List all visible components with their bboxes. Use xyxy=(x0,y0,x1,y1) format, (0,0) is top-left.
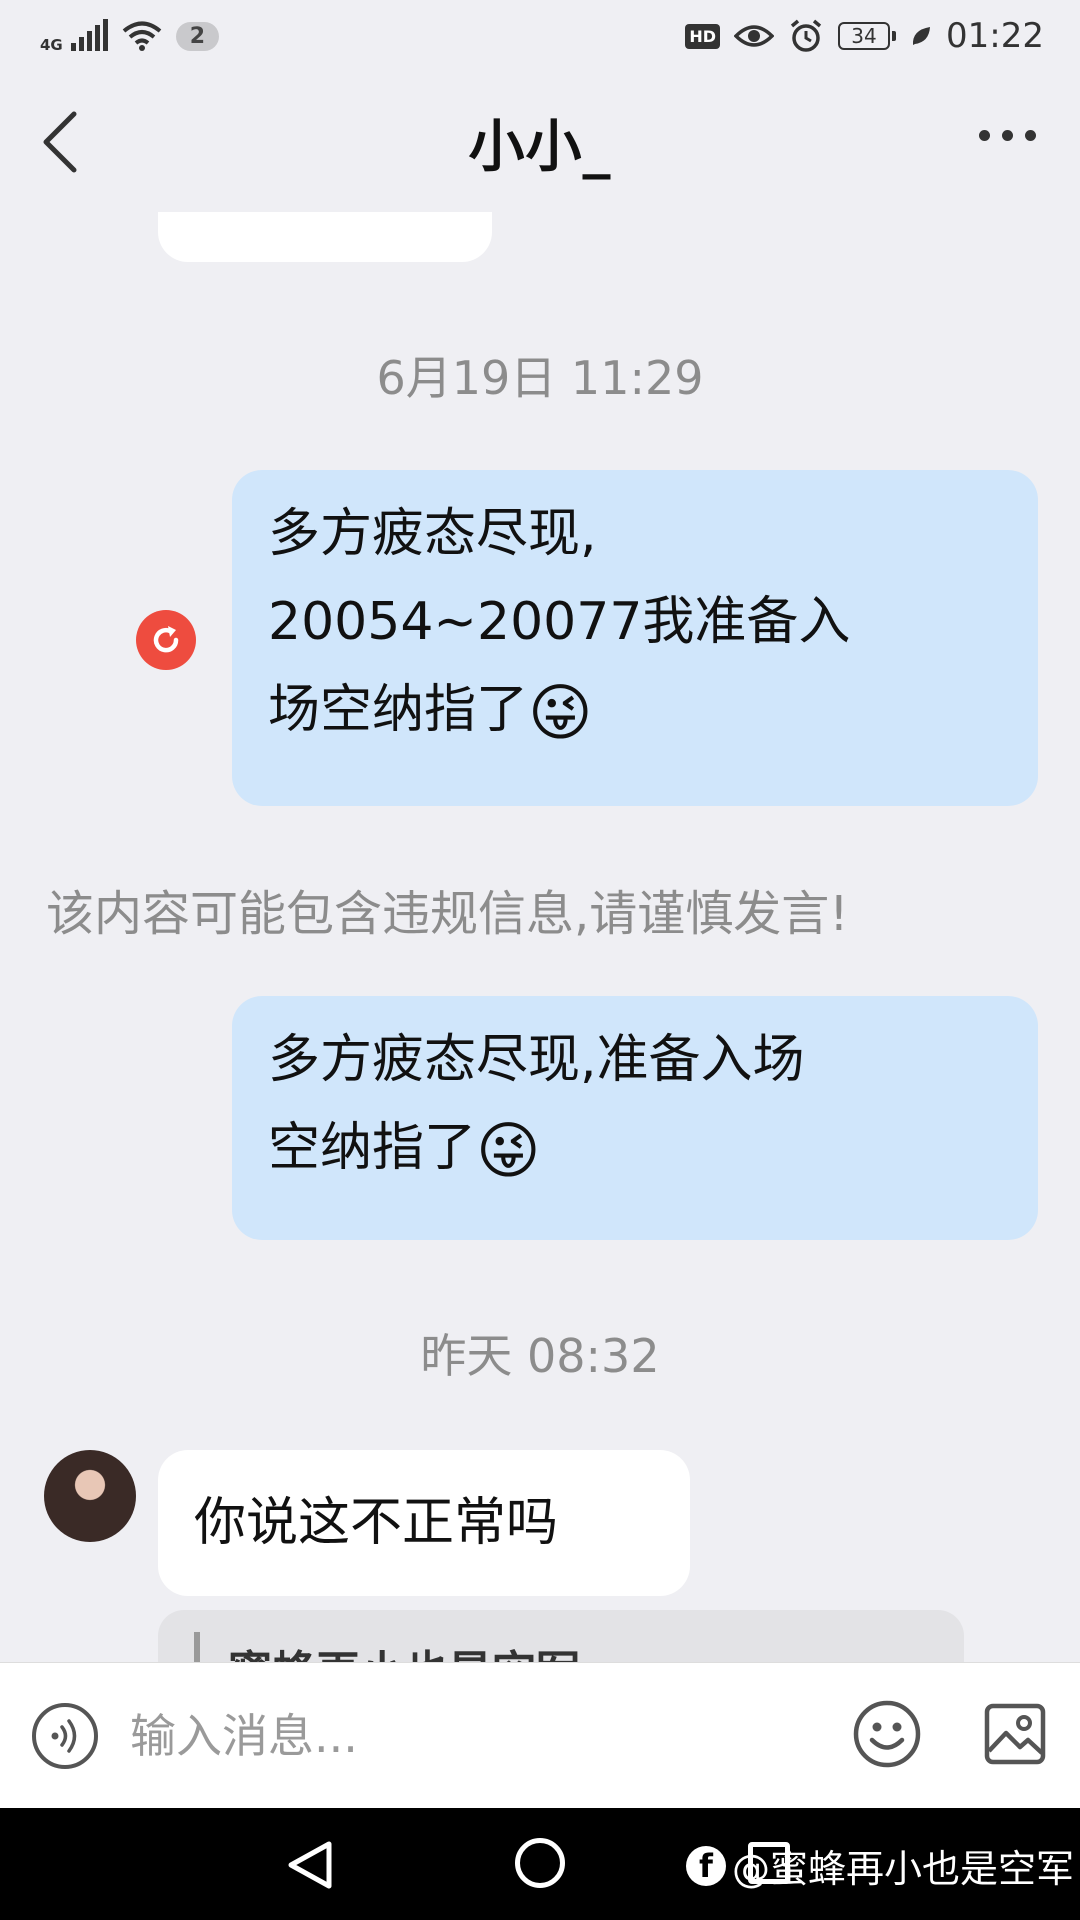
contact-avatar[interactable] xyxy=(44,1450,136,1542)
back-arrow-icon[interactable] xyxy=(40,110,80,174)
chat-header: 小小_ xyxy=(0,72,1080,212)
message-timestamp: 昨天 08:32 xyxy=(420,1329,660,1383)
watermark-text: @蜜蜂再小也是空军 xyxy=(732,1847,1075,1891)
quote-bar xyxy=(194,1632,200,1662)
nav-home-icon[interactable] xyxy=(515,1838,565,1888)
message-text-line: 多方疲态尽现, xyxy=(268,504,597,564)
incoming-message-bubble[interactable]: 你说这不正常吗 xyxy=(158,1450,690,1596)
status-time: 01:22 xyxy=(946,16,1044,56)
alarm-icon xyxy=(790,19,822,52)
system-nav-bar: f @蜜蜂再小也是空军 xyxy=(0,1808,1080,1920)
incoming-message-bubble-partial[interactable] xyxy=(158,212,492,262)
message-list[interactable]: 6月19日 11:29 多方疲态尽现, 20054~20077我准备入 场空纳指… xyxy=(0,212,1080,1662)
battery-icon: 34 xyxy=(838,22,897,50)
resend-icon[interactable] xyxy=(136,610,196,670)
content-warning-notice: 该内容可能包含违规信息,请谨慎发言! xyxy=(46,886,849,942)
message-input-bar xyxy=(0,1662,1080,1808)
outgoing-message-bubble[interactable]: 多方疲态尽现,准备入场 空纳指了😜 xyxy=(232,996,1038,1240)
status-bar: 4G 2 HD 34 01:22 xyxy=(0,0,1080,72)
message-text-line: 多方疲态尽现,准备入场 xyxy=(268,1030,805,1090)
quoted-author: 蜜蜂再小也是空军: xyxy=(228,1636,598,1662)
message-text: 你说这不正常吗 xyxy=(194,1493,559,1553)
wifi-icon xyxy=(122,21,162,51)
message-timestamp: 6月19日 11:29 xyxy=(376,351,704,405)
outgoing-message-bubble[interactable]: 多方疲态尽现, 20054~20077我准备入 场空纳指了😜 xyxy=(232,470,1038,806)
eye-icon xyxy=(734,25,775,47)
hd-icon: HD xyxy=(685,23,721,49)
facebook-icon: f xyxy=(686,1845,726,1886)
message-text-line: 空纳指了 xyxy=(268,1118,477,1178)
leaf-icon xyxy=(912,27,931,45)
network-type: 4G xyxy=(40,35,63,54)
image-icon[interactable] xyxy=(984,1703,1046,1765)
signal-icon xyxy=(70,19,108,51)
more-icon[interactable] xyxy=(979,130,1036,141)
winking-tongue-emoji: 😜 xyxy=(476,1114,541,1187)
message-text-line: 场空纳指了 xyxy=(268,680,529,740)
emoji-icon[interactable] xyxy=(852,1699,922,1769)
message-input[interactable] xyxy=(130,1693,810,1779)
voice-icon[interactable] xyxy=(32,1703,98,1769)
winking-tongue-emoji: 😜 xyxy=(528,676,593,749)
nav-back-icon[interactable] xyxy=(285,1840,335,1890)
chat-title: 小小_ xyxy=(468,114,612,180)
message-text-line: 20054~20077我准备入 xyxy=(268,592,851,652)
notification-count-badge: 2 xyxy=(175,21,220,51)
watermark: f @蜜蜂再小也是空军 xyxy=(686,1838,1074,1893)
quoted-message-partial[interactable]: 蜜蜂再小也是空军: xyxy=(158,1610,964,1662)
